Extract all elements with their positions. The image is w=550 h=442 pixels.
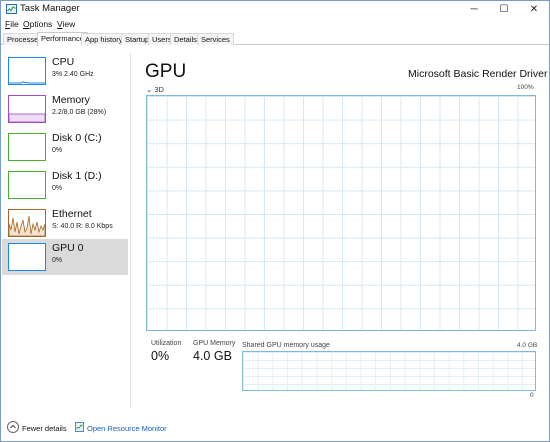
gpu-0-thumbnail bbox=[8, 243, 46, 271]
shared-memory-max: 4.0 GB bbox=[517, 342, 538, 349]
sidebar-item-title: Disk 1 (D:) bbox=[52, 170, 102, 182]
menu-bar: File Options View bbox=[1, 18, 549, 31]
chevron-up-icon[interactable] bbox=[7, 421, 19, 433]
task-manager-icon bbox=[6, 4, 17, 14]
sidebar-item-subtitle: 0% bbox=[52, 185, 63, 192]
sidebar-item-title: Memory bbox=[52, 94, 90, 106]
sidebar-item-subtitle: 3% 2.40 GHz bbox=[52, 71, 94, 78]
maximize-button[interactable]: ☐ bbox=[489, 1, 519, 18]
gpu-memory-value: 4.0 GB bbox=[193, 349, 232, 363]
sidebar-item-subtitle: 2.2/8.0 GB (28%) bbox=[52, 109, 107, 116]
menu-file-label: ile bbox=[10, 19, 19, 29]
ethernet-thumbnail bbox=[8, 209, 46, 237]
resource-monitor-icon[interactable] bbox=[75, 422, 84, 432]
disk-0-thumbnail bbox=[8, 133, 46, 161]
menu-view-label: iew bbox=[62, 19, 76, 29]
shared-memory-min: 0 bbox=[530, 392, 534, 399]
menu-options-label: ptions bbox=[29, 19, 53, 29]
cpu-thumbnail bbox=[8, 57, 46, 85]
sidebar-item-memory[interactable]: Memory 2.2/8.0 GB (28%) bbox=[2, 91, 128, 127]
sidebar-item-subtitle: 0% bbox=[52, 257, 63, 264]
ethernet-thumbnail-area bbox=[9, 215, 45, 236]
sidebar-item-disk-0[interactable]: Disk 0 (C:) 0% bbox=[2, 129, 128, 165]
tab-app-history[interactable]: App history bbox=[81, 33, 127, 45]
minimize-button[interactable]: ─ bbox=[459, 1, 489, 18]
sidebar-item-cpu[interactable]: CPU 3% 2.40 GHz bbox=[2, 53, 128, 89]
sidebar-item-ethernet[interactable]: Ethernet S: 40.0 R: 8.0 Kbps bbox=[2, 205, 128, 241]
menu-options-mnemonic: O bbox=[23, 19, 30, 29]
menu-options[interactable]: Options bbox=[23, 19, 52, 29]
tab-bar: Processes Performance App history Startu… bbox=[1, 32, 549, 46]
sidebar-item-subtitle: S: 40.0 R: 8.0 Kbps bbox=[52, 223, 113, 230]
shared-memory-graph bbox=[242, 351, 536, 391]
cpu-thumbnail-line bbox=[9, 81, 45, 84]
gpu-3d-graph bbox=[146, 95, 536, 331]
sidebar-item-title: Ethernet bbox=[52, 208, 92, 220]
title-bar[interactable]: Task Manager ─ ☐ ✕ bbox=[1, 1, 549, 18]
memory-thumbnail bbox=[8, 95, 46, 123]
sidebar-item-subtitle: 0% bbox=[52, 147, 63, 154]
engine-selector[interactable]: ⌄ 3D bbox=[146, 85, 164, 94]
tab-services[interactable]: Services bbox=[197, 33, 234, 45]
sidebar-item-disk-1[interactable]: Disk 1 (D:) 0% bbox=[2, 167, 128, 203]
sidebar-item-title: CPU bbox=[52, 56, 75, 68]
shared-memory-label: Shared GPU memory usage bbox=[242, 342, 330, 349]
sidebar-divider bbox=[130, 53, 131, 408]
window-title: Task Manager bbox=[20, 3, 80, 14]
close-button[interactable]: ✕ bbox=[519, 1, 549, 18]
sidebar-item-gpu-0[interactable]: GPU 0 0% bbox=[2, 239, 128, 275]
sidebar-item-title: Disk 0 (C:) bbox=[52, 132, 102, 144]
menu-file[interactable]: File bbox=[5, 19, 19, 29]
sidebar-item-title: GPU 0 bbox=[52, 242, 84, 254]
open-resource-monitor-link[interactable]: Open Resource Monitor bbox=[87, 424, 167, 433]
graph-max-label: 100% bbox=[517, 84, 534, 91]
fewer-details-button[interactable]: Fewer details bbox=[22, 424, 67, 433]
task-manager-window: Task Manager ─ ☐ ✕ File Options View Pro… bbox=[0, 0, 550, 442]
footer: Fewer details Open Resource Monitor bbox=[1, 418, 549, 442]
gpu-memory-label: GPU Memory bbox=[193, 340, 236, 347]
utilization-value: 0% bbox=[151, 349, 170, 363]
menu-view[interactable]: View bbox=[57, 19, 75, 29]
page-title: GPU bbox=[145, 61, 187, 82]
disk-1-thumbnail bbox=[8, 171, 46, 199]
performance-sidebar: CPU 3% 2.40 GHz Memory 2.2/8.0 GB (28%) … bbox=[2, 53, 128, 283]
memory-thumbnail-fill bbox=[9, 113, 45, 122]
utilization-label: Utilization bbox=[151, 340, 182, 347]
gpu-model-name: Microsoft Basic Render Driver bbox=[408, 68, 548, 80]
